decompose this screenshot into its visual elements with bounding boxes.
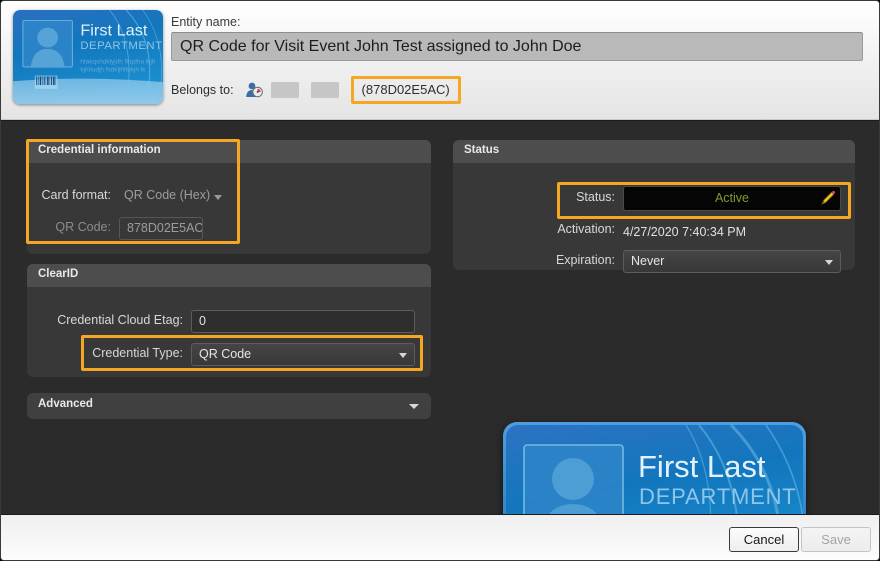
- credential-type-combo[interactable]: QR Code: [191, 343, 415, 366]
- badge-thumbnail: First Last DEPARTMENT hfakqshdklyjdh fkq…: [13, 10, 163, 104]
- status-panel: Status Status: Active Activation: 4/27/2…: [453, 140, 855, 270]
- credential-information-body: Card format: QR Code (Hex) QR Code: 878D…: [27, 163, 431, 254]
- badge-name: First Last: [638, 449, 766, 484]
- card-format-label: Card format:: [27, 188, 111, 202]
- activation-label: Activation:: [481, 222, 615, 236]
- expiration-label: Expiration:: [481, 253, 615, 267]
- belongs-to-label: Belongs to:: [171, 83, 234, 97]
- chevron-down-icon: [399, 353, 407, 358]
- person-clock-icon-glyph: [244, 81, 264, 99]
- svg-text:DEPARTMENT: DEPARTMENT: [80, 40, 162, 52]
- qr-code-input[interactable]: 878D02E5AC: [119, 217, 203, 240]
- credential-properties-window: First Last DEPARTMENT hfakqshdklyjdh fkq…: [0, 0, 880, 561]
- clearid-title: ClearID: [27, 264, 431, 287]
- card-format-combo[interactable]: QR Code (Hex): [119, 185, 229, 208]
- entity-name-label: Entity name:: [171, 15, 240, 29]
- belongs-to-id: (878D02E5AC): [351, 76, 461, 104]
- save-button: Save: [801, 527, 871, 552]
- credential-cloud-etag-label: Credential Cloud Etag:: [27, 313, 183, 327]
- dialog-footer: Cancel Save: [1, 514, 880, 561]
- belongs-to-row: Belongs to: (878D02E5AC): [171, 79, 461, 101]
- chevron-down-icon: [409, 404, 419, 409]
- clearid-panel: ClearID Credential Cloud Etag: 0 Credent…: [27, 264, 431, 377]
- redacted-owner-detail: [311, 82, 339, 98]
- svg-text:hfakqshdklyjdh fkqdha lkjh: hfakqshdklyjdh fkqdha lkjh: [80, 59, 156, 66]
- svg-text:kjhfiudjh fsdkljhfiukjh lk: kjhfiudjh fsdkljhfiukjh lk: [80, 67, 146, 74]
- advanced-label: Advanced: [38, 398, 93, 410]
- chevron-down-icon: [214, 195, 222, 200]
- card-format-value: QR Code (Hex): [124, 188, 210, 202]
- entity-name-input[interactable]: QR Code for Visit Event John Test assign…: [171, 32, 863, 61]
- status-label: Status:: [481, 190, 615, 204]
- cancel-button[interactable]: Cancel: [729, 527, 799, 552]
- qr-code-label: QR Code:: [27, 220, 111, 234]
- advanced-panel-toggle[interactable]: Advanced: [27, 393, 431, 419]
- dialog-body: Credential information Card format: QR C…: [1, 120, 880, 514]
- badge-department: DEPARTMENT: [639, 484, 797, 509]
- status-panel-title: Status: [453, 140, 855, 163]
- credential-information-panel: Credential information Card format: QR C…: [27, 140, 431, 254]
- clearid-body: Credential Cloud Etag: 0 Credential Type…: [27, 287, 431, 377]
- svg-text:First Last: First Last: [80, 23, 148, 40]
- activation-value: 4/27/2020 7:40:34 PM: [623, 222, 746, 242]
- person-clock-icon: [244, 81, 264, 99]
- window-header: First Last DEPARTMENT hfakqshdklyjdh fkq…: [1, 1, 880, 120]
- pencil-icon[interactable]: [819, 190, 836, 212]
- expiration-combo[interactable]: Never: [623, 250, 841, 273]
- pencil-icon-glyph: [819, 190, 836, 207]
- status-panel-body: Status: Active Activation: 4/27/2020 7:4…: [453, 163, 855, 270]
- credential-information-title: Credential information: [27, 140, 431, 163]
- status-value-field[interactable]: Active: [623, 186, 841, 211]
- status-badge: Active: [624, 187, 840, 210]
- redacted-owner-name: [271, 82, 299, 98]
- credential-type-label: Credential Type:: [27, 346, 183, 360]
- badge-thumbnail-graphic: First Last DEPARTMENT hfakqshdklyjdh fkq…: [13, 10, 163, 104]
- expiration-value: Never: [631, 254, 664, 268]
- credential-type-value: QR Code: [199, 347, 251, 361]
- credential-cloud-etag-input[interactable]: 0: [191, 310, 415, 333]
- chevron-down-icon: [825, 260, 833, 265]
